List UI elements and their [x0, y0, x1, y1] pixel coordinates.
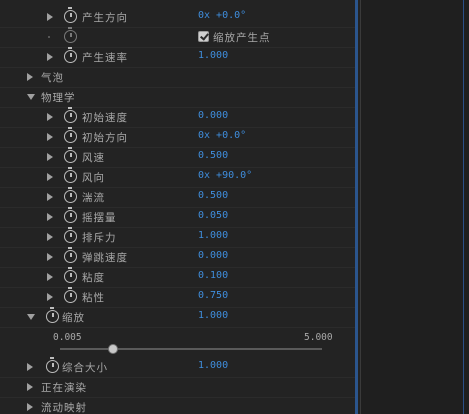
property-row[interactable]: 产生方向 0x +0.0°: [0, 7, 355, 28]
vertical-scrollbar[interactable]: [355, 0, 358, 414]
property-row[interactable]: 正在演染: [0, 377, 355, 398]
property-row[interactable]: 风速 0.500: [0, 147, 355, 168]
property-value[interactable]: 0.750: [198, 290, 228, 301]
property-value[interactable]: 0.050: [198, 210, 228, 221]
slider-max-label: 5.000: [304, 332, 333, 343]
property-row[interactable]: 综合大小 1.000: [0, 357, 355, 378]
effect-controls-panel: 产生方向 0x +0.0° 缩放产生点产生速率 1.000 气泡物理学 初始速度 0.000…: [0, 0, 361, 414]
property-label: 粘度: [82, 272, 105, 284]
property-value[interactable]: 0.500: [198, 150, 228, 161]
expand-triangle-icon[interactable]: [47, 113, 53, 121]
checkbox-label: 缩放产生点: [213, 32, 271, 44]
property-value[interactable]: 0.000: [198, 250, 228, 261]
property-label: 粘性: [82, 292, 105, 304]
expand-triangle-icon[interactable]: [47, 13, 53, 21]
stopwatch-icon[interactable]: [64, 27, 77, 43]
property-label: 摇摆量: [82, 212, 117, 224]
property-label: 正在演染: [41, 382, 87, 394]
stopwatch-icon[interactable]: [64, 167, 77, 183]
property-row[interactable]: 弹跳速度 0.000: [0, 247, 355, 268]
expand-triangle-icon[interactable]: [47, 133, 53, 141]
collapse-triangle-icon[interactable]: [27, 94, 35, 100]
expand-triangle-icon[interactable]: [47, 253, 53, 261]
property-value[interactable]: 0x +0.0°: [198, 130, 246, 141]
property-label: 风速: [82, 152, 105, 164]
collapse-triangle-icon[interactable]: [27, 314, 35, 320]
stopwatch-icon[interactable]: [64, 107, 77, 123]
placeholder-dot: [48, 36, 50, 38]
property-label: 缩放: [62, 312, 85, 324]
property-row[interactable]: 粘性 0.750: [0, 287, 355, 308]
property-value[interactable]: 1.000: [198, 50, 228, 61]
stopwatch-icon[interactable]: [64, 267, 77, 283]
property-row[interactable]: 物理学: [0, 87, 355, 108]
expand-triangle-icon[interactable]: [27, 403, 33, 411]
property-label: 产生速率: [82, 52, 128, 64]
property-value[interactable]: 1.000: [198, 230, 228, 241]
property-label: 初始速度: [82, 112, 128, 124]
property-label: 综合大小: [62, 362, 108, 374]
property-row[interactable]: 初始速度 0.000: [0, 107, 355, 128]
expand-triangle-icon[interactable]: [27, 383, 33, 391]
stopwatch-icon[interactable]: [64, 247, 77, 263]
expand-triangle-icon[interactable]: [47, 193, 53, 201]
stopwatch-icon[interactable]: [64, 47, 77, 63]
expand-triangle-icon[interactable]: [47, 153, 53, 161]
stopwatch-icon[interactable]: [46, 307, 59, 323]
property-label: 流动映射: [41, 402, 87, 414]
property-value[interactable]: 1.000: [198, 310, 228, 321]
expand-triangle-icon[interactable]: [47, 53, 53, 61]
property-value[interactable]: 0x +90.0°: [198, 170, 252, 181]
property-label: 物理学: [41, 92, 76, 104]
property-label: 气泡: [41, 72, 64, 84]
timeline-pane: [361, 0, 469, 414]
stopwatch-icon[interactable]: [64, 147, 77, 163]
property-value[interactable]: 0.100: [198, 270, 228, 281]
property-label: 风向: [82, 172, 105, 184]
timeline-edge: [463, 0, 464, 414]
stopwatch-icon[interactable]: [64, 207, 77, 223]
stopwatch-icon[interactable]: [46, 357, 59, 373]
scale-slider[interactable]: 0.005 5.000: [0, 327, 355, 359]
slider-min-label: 0.005: [53, 332, 82, 343]
scale-emitter-checkbox[interactable]: [198, 31, 209, 42]
expand-triangle-icon[interactable]: [47, 173, 53, 181]
property-row[interactable]: 摇摆量 0.050: [0, 207, 355, 228]
property-row[interactable]: 湍流 0.500: [0, 187, 355, 208]
stopwatch-icon[interactable]: [64, 7, 77, 23]
property-row[interactable]: 缩放 1.000: [0, 307, 355, 328]
expand-triangle-icon[interactable]: [27, 73, 33, 81]
property-row[interactable]: 缩放产生点: [0, 27, 355, 48]
property-label: 排斥力: [82, 232, 117, 244]
property-label: 弹跳速度: [82, 252, 128, 264]
property-row[interactable]: 粘度 0.100: [0, 267, 355, 288]
slider-thumb[interactable]: [108, 344, 119, 354]
stopwatch-icon[interactable]: [64, 287, 77, 303]
stopwatch-icon[interactable]: [64, 127, 77, 143]
stopwatch-icon[interactable]: [64, 187, 77, 203]
expand-triangle-icon[interactable]: [27, 363, 33, 371]
property-value[interactable]: 0x +0.0°: [198, 10, 246, 21]
property-row[interactable]: 产生速率 1.000: [0, 47, 355, 68]
property-label: 产生方向: [82, 12, 128, 24]
property-row[interactable]: 初始方向 0x +0.0°: [0, 127, 355, 148]
property-value[interactable]: 1.000: [198, 360, 228, 371]
expand-triangle-icon[interactable]: [47, 273, 53, 281]
stopwatch-icon[interactable]: [64, 227, 77, 243]
slider-track[interactable]: [60, 344, 322, 354]
property-row[interactable]: 风向 0x +90.0°: [0, 167, 355, 188]
property-row[interactable]: 气泡: [0, 67, 355, 88]
property-label: 初始方向: [82, 132, 128, 144]
property-row[interactable]: 排斥力 1.000: [0, 227, 355, 248]
property-label: 湍流: [82, 192, 105, 204]
expand-triangle-icon[interactable]: [47, 233, 53, 241]
property-row[interactable]: 流动映射: [0, 397, 355, 414]
property-value[interactable]: 0.000: [198, 110, 228, 121]
expand-triangle-icon[interactable]: [47, 293, 53, 301]
expand-triangle-icon[interactable]: [47, 213, 53, 221]
property-value[interactable]: 0.500: [198, 190, 228, 201]
